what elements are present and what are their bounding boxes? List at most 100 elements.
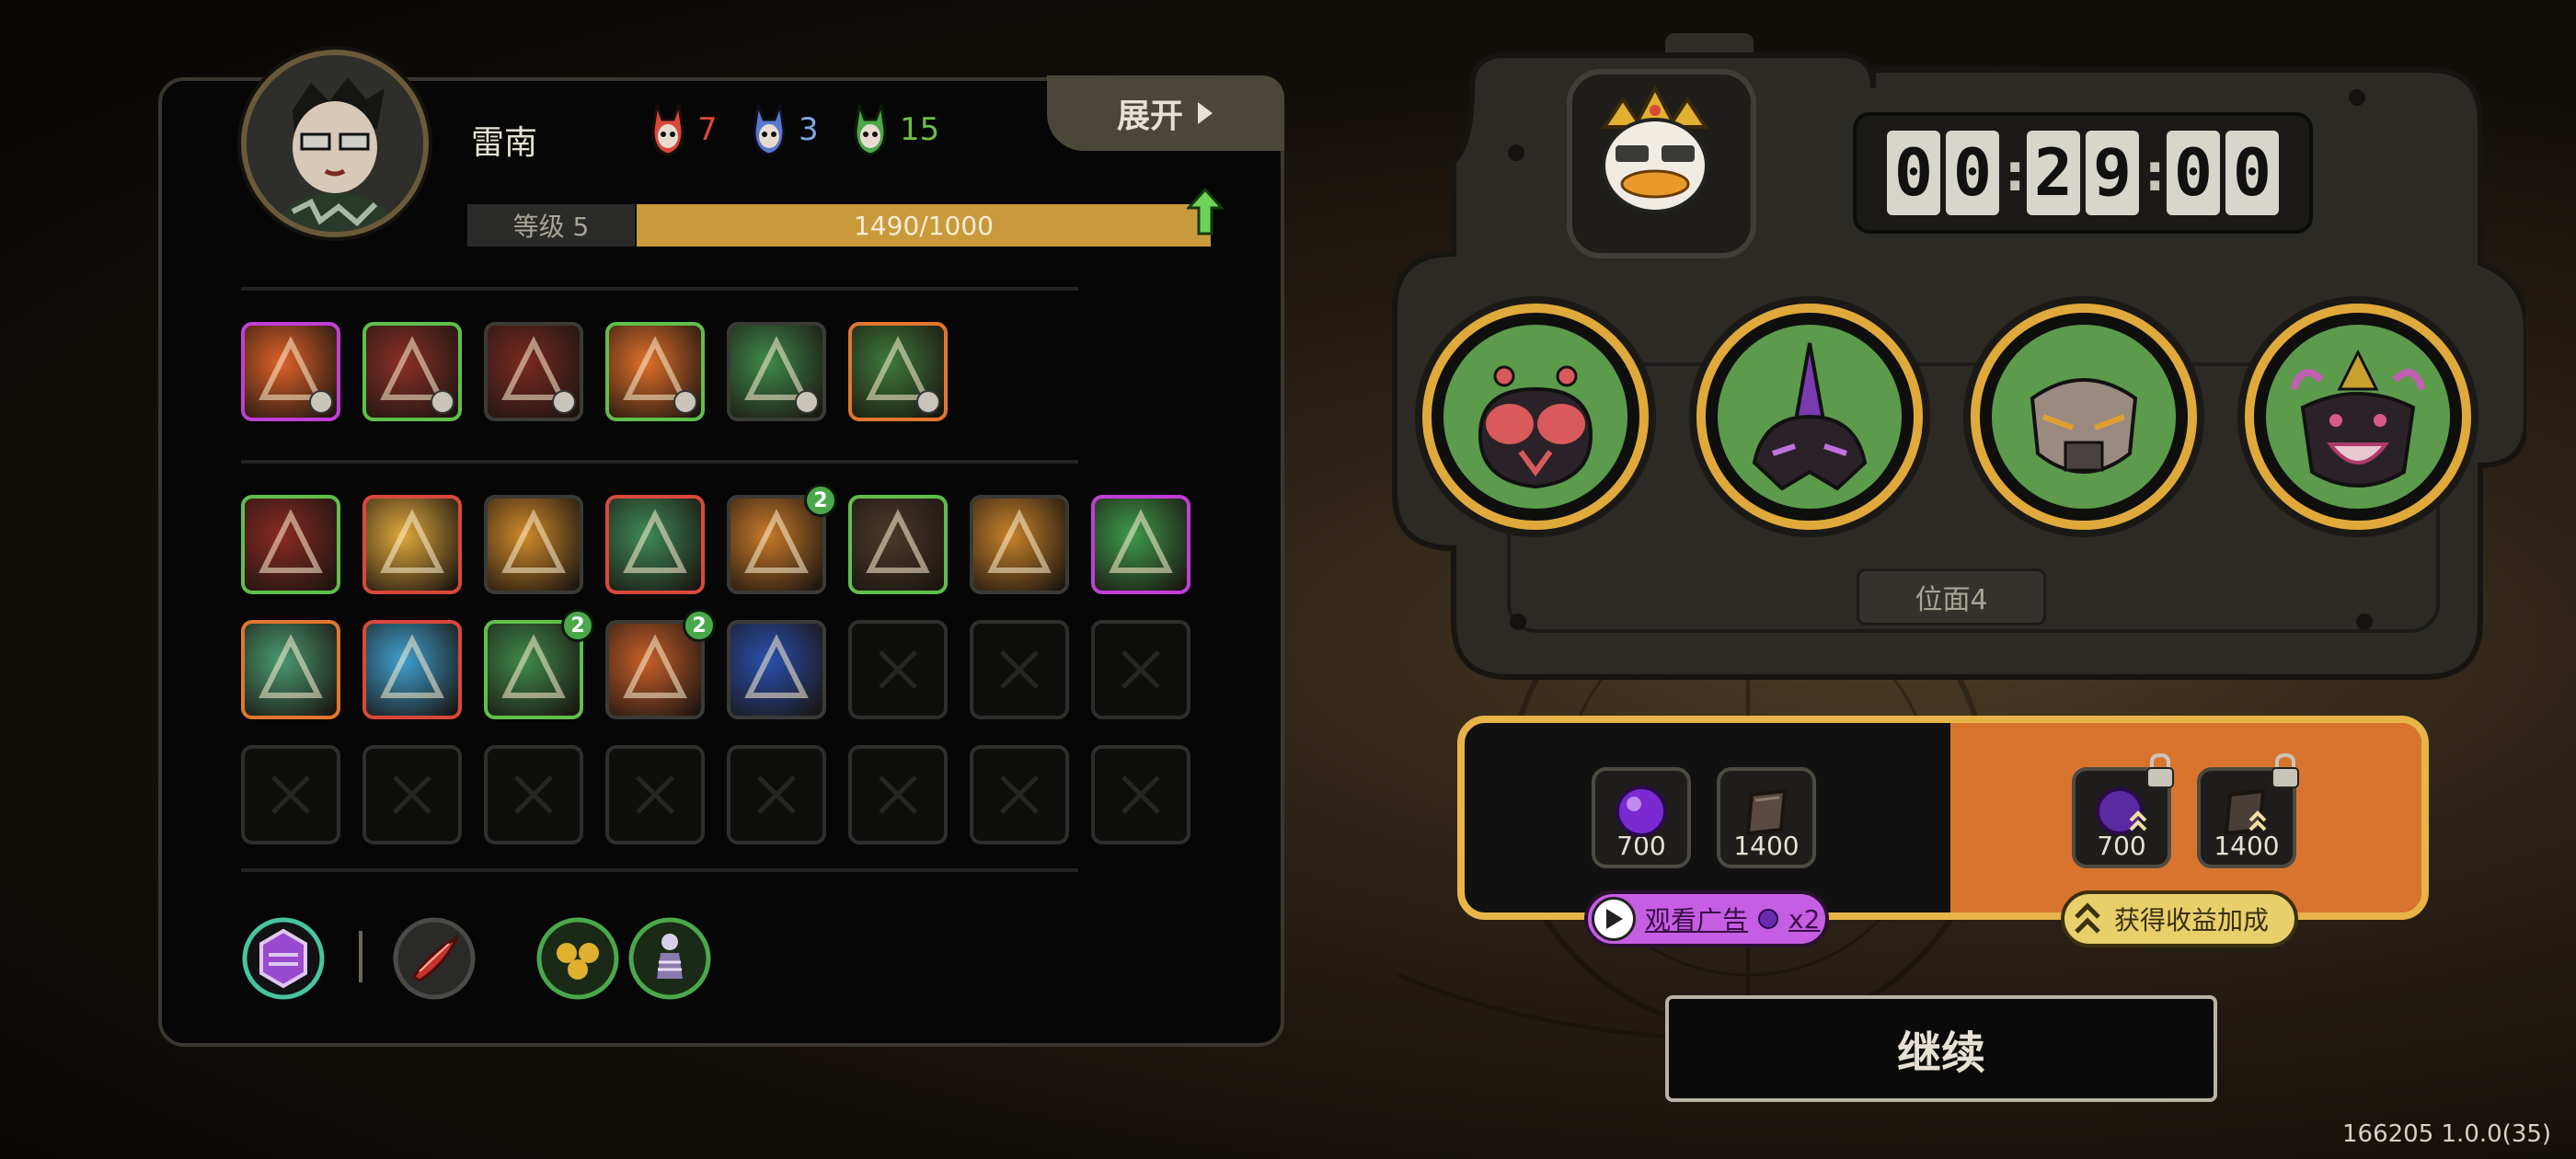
triangle-right-icon: [1198, 102, 1213, 124]
sun-relic[interactable]: [484, 495, 583, 594]
expand-button[interactable]: 展开: [1047, 75, 1284, 151]
disc-skill[interactable]: [362, 322, 462, 421]
chain-relic-icon: [259, 634, 323, 698]
chain-relic[interactable]: [241, 620, 340, 719]
beast-relic[interactable]: [848, 495, 948, 594]
heart-skill[interactable]: [848, 322, 948, 421]
rune-gem-icon: [309, 390, 333, 414]
level-up-arrow-icon[interactable]: [1187, 188, 1224, 235]
blue-mask-count: 3: [799, 111, 819, 148]
burst-skill[interactable]: [241, 322, 340, 421]
cog-relic-icon: [987, 509, 1052, 573]
watch-ad-button[interactable]: 观看广告 x2: [1584, 890, 1829, 947]
blue-mask-icon: [753, 104, 786, 156]
stack-count-badge: 2: [683, 609, 716, 642]
experience-bar: 1490/1000: [637, 204, 1211, 247]
character-portrait[interactable]: [241, 50, 429, 237]
empty-slot[interactable]: [605, 745, 705, 844]
small-orb-icon: [1758, 909, 1779, 929]
timer-digit: 0: [2167, 131, 2220, 215]
empty-slot[interactable]: [848, 745, 948, 844]
bonus-reward-area: [1950, 723, 2421, 912]
slash-relic[interactable]: [241, 495, 340, 594]
get-bonus-button[interactable]: 获得收益加成: [2061, 890, 2298, 947]
boss-slot-jaw[interactable]: [2245, 304, 2471, 530]
play-icon: [1592, 897, 1636, 941]
lock-icon: [2271, 752, 2299, 788]
empty-slot[interactable]: [484, 745, 583, 844]
empty-slot[interactable]: [970, 620, 1069, 719]
empty-slot[interactable]: [970, 745, 1069, 844]
double-chevron-up-icon: [2075, 902, 2100, 934]
timer-digit: 2: [2027, 131, 2080, 215]
level-label: 等级 5: [467, 204, 635, 247]
get-bonus-label: 获得收益加成: [2114, 905, 2270, 935]
reward-panel: 700 1400 700 1400: [1457, 716, 2429, 920]
sun-relic-icon: [501, 509, 566, 573]
red-feather-button[interactable]: [392, 916, 477, 1001]
timer-digit: 0: [1887, 131, 1940, 215]
purple-gem-icon: [242, 917, 325, 1000]
blue-mask-stat: 3: [753, 103, 819, 156]
golden-orbs-icon: [536, 917, 619, 1000]
blade-relic[interactable]: [605, 495, 705, 594]
lock-icon: [2146, 752, 2174, 788]
timer-digit: 0: [2225, 131, 2279, 215]
golden-orbs-button[interactable]: [535, 916, 620, 1001]
empty-slot[interactable]: [1091, 620, 1190, 719]
purple-gem-button[interactable]: [241, 916, 326, 1001]
timer-digit: 0: [1946, 131, 1999, 215]
fly-boss-icon: [1478, 365, 1593, 489]
pawn-button[interactable]: [627, 916, 712, 1001]
version-text: 166205 1.0.0(35): [2342, 1120, 2552, 1148]
flame-skill[interactable]: [605, 322, 705, 421]
boss-slot-horn[interactable]: [1696, 304, 1923, 530]
green-mask-count: 15: [900, 111, 940, 148]
green-mask-icon: [854, 104, 887, 156]
star-relic[interactable]: [362, 620, 462, 719]
divider-bottom: [241, 868, 1078, 872]
cog-relic[interactable]: [970, 495, 1069, 594]
boss-slot-fly[interactable]: [1422, 304, 1649, 530]
spike-relic[interactable]: [362, 495, 462, 594]
countdown-timer: 0 0 : 2 9 : 0 0: [1853, 112, 2313, 234]
beast-relic-icon: [866, 509, 930, 573]
empty-slot[interactable]: [727, 745, 826, 844]
empty-slot[interactable]: [848, 620, 948, 719]
wind-relic[interactable]: [1091, 495, 1190, 594]
storm-relic[interactable]: [727, 620, 826, 719]
stack-count-badge: 2: [561, 609, 594, 642]
storm-relic-icon: [744, 634, 809, 698]
empty-slot[interactable]: [362, 745, 462, 844]
slash-relic-icon: [259, 509, 323, 573]
jaw-boss-icon: [2290, 349, 2426, 488]
watch-ad-multiplier: x2: [1788, 903, 1821, 935]
divider-middle: [241, 460, 1078, 464]
empty-slot[interactable]: [241, 745, 340, 844]
red-feather-icon: [393, 917, 476, 1000]
crowned-duck-boss-icon[interactable]: [1577, 81, 1733, 228]
timer-colon: :: [2145, 143, 2166, 203]
green-mask-stat: 15: [854, 103, 939, 156]
icon-separator: [359, 931, 362, 982]
player-name: 雷南: [471, 124, 538, 162]
crystal-skill[interactable]: [727, 322, 826, 421]
mecha-boss-icon: [2030, 378, 2138, 474]
star-relic-icon: [380, 634, 444, 698]
empty-slot[interactable]: [1091, 745, 1190, 844]
red-mask-icon: [651, 104, 684, 156]
rune-gem-icon: [431, 390, 454, 414]
free-reward-book: 1400: [1717, 767, 1816, 868]
timer-colon: :: [2005, 143, 2026, 203]
rune-gem-icon: [916, 390, 940, 414]
wind-relic-icon: [1109, 509, 1173, 573]
continue-button[interactable]: 继续: [1665, 995, 2217, 1102]
divider-top: [241, 287, 1078, 291]
rune-gem-icon: [795, 390, 819, 414]
claw-skill[interactable]: [484, 322, 583, 421]
horn-boss-icon: [1752, 342, 1868, 491]
purple-orb-upgrade-icon: [2096, 787, 2147, 835]
watch-ad-label: 观看广告: [1645, 905, 1749, 935]
boss-slot-mecha[interactable]: [1971, 304, 2197, 530]
spike-relic-icon: [380, 509, 444, 573]
